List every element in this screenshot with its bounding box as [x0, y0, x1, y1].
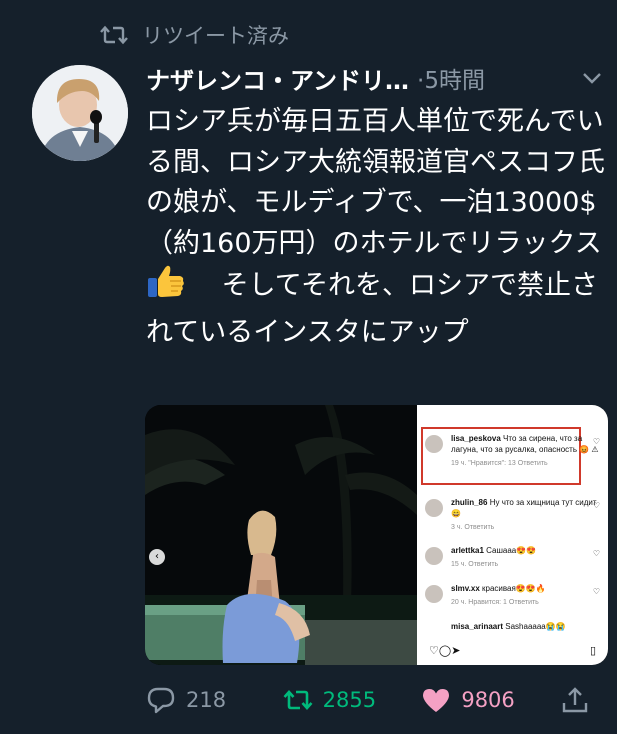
comment-outline-icon: ◯ [438, 645, 452, 657]
heart-outline-icon: ♡ [592, 587, 600, 596]
night-pool-photo [145, 405, 417, 665]
avatar [425, 547, 443, 565]
avatar [425, 499, 443, 517]
retweet-banner-label: リツイート済み [142, 24, 289, 48]
comment-item: misa_arinaart Sashaaaaa😭😭 [451, 622, 566, 631]
avatar [425, 585, 443, 603]
retweet-icon [283, 690, 313, 710]
heart-filled-icon [423, 689, 450, 712]
tweet-media[interactable]: ‹ lisa_peskova Что за сирена, что за лаг… [145, 405, 608, 665]
instagram-action-bar: ♡ ◯ ➤ ▯ [417, 644, 608, 657]
tweet-text-before: ロシア兵が毎日五百人単位で死んでいる間、ロシア大統領報道官ペスコフ氏の娘が、モル… [146, 106, 606, 259]
comment-item: lisa_peskova Что за сирена, что за лагун… [425, 433, 600, 469]
comment-item: arlettka1 Сашааа😍😍 15 ч. Ответить ♡ [425, 545, 600, 570]
retweet-banner: リツイート済み [100, 20, 289, 50]
share-icon [562, 687, 588, 713]
send-icon: ➤ [451, 645, 461, 657]
like-count: 9806 [461, 688, 515, 712]
author-name[interactable]: ナザレンコ・アンドリ… [146, 61, 409, 96]
previous-image-icon[interactable]: ‹ [149, 549, 165, 565]
thumbs-up-icon [148, 265, 184, 297]
heart-outline-icon: ♡ [592, 501, 600, 510]
tweet-text-after: そしてそれを、ロシアで禁止されているインスタにアップ [146, 270, 598, 348]
author-avatar[interactable] [32, 65, 128, 161]
share-button[interactable] [560, 685, 590, 715]
heart-outline-icon: ♡ [592, 549, 600, 558]
tweet-timestamp[interactable]: ·5時間 [417, 61, 485, 95]
tweet-header: ナザレンコ・アンドリ… ·5時間 [146, 60, 611, 96]
comment-item: zhulin_86 Ну что за хищница тут сидит 😄 … [425, 497, 600, 533]
bookmark-icon: ▯ [589, 645, 596, 657]
retweet-count: 2855 [322, 688, 377, 712]
reply-button[interactable]: 218 [146, 685, 283, 715]
tweet-actions: 218 2855 9806 [146, 682, 606, 718]
heart-outline-icon: ♡ [592, 437, 600, 446]
chevron-down-icon[interactable] [581, 67, 603, 89]
reply-count: 218 [186, 688, 227, 712]
retweet-button[interactable]: 2855 [283, 685, 422, 715]
reply-icon [147, 687, 175, 714]
like-button[interactable]: 9806 [421, 685, 560, 715]
retweet-icon [100, 25, 128, 45]
thumbs-up-emoji: 👍 [146, 264, 186, 313]
comment-item: slmv.xx красивая😍😍🔥 20 ч. Нравится: 1 От… [425, 583, 600, 608]
media-photo[interactable]: ‹ [145, 405, 417, 665]
instagram-comments-panel: lisa_peskova Что за сирена, что за лагун… [417, 405, 608, 665]
avatar [425, 435, 443, 453]
heart-outline-icon: ♡ [429, 645, 439, 657]
tweet-text: ロシア兵が毎日五百人単位で死んでいる間、ロシア大統領報道官ペスコフ氏の娘が、モル… [146, 102, 606, 353]
